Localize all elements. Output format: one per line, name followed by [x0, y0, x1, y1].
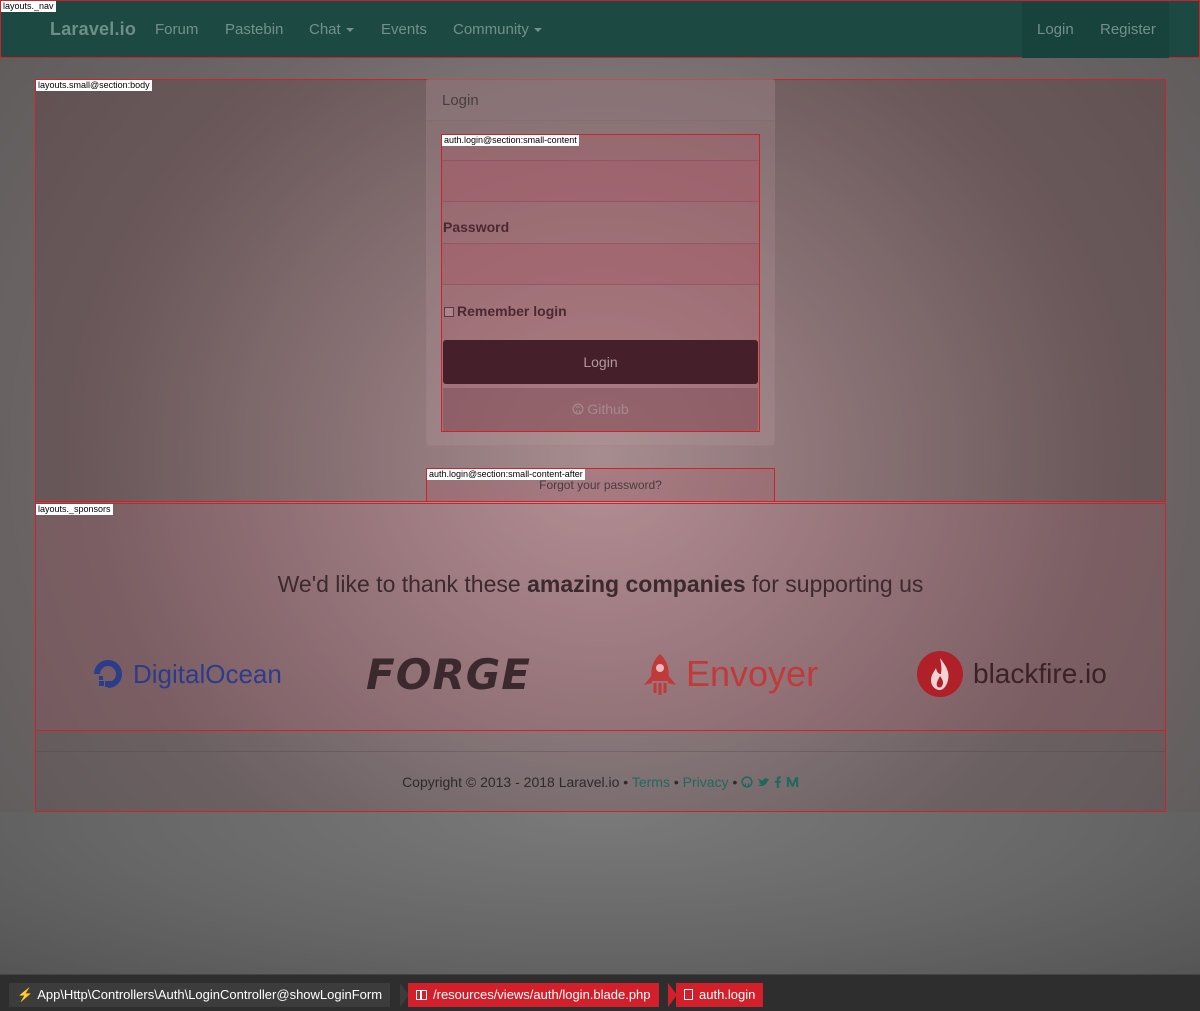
footer-separator: •	[673, 774, 679, 790]
debug-controller-crumb[interactable]: ⚡ App\Http\Controllers\Auth\LoginControll…	[9, 983, 391, 1007]
nav-link-events[interactable]: Events	[381, 21, 427, 38]
github-button-label: Github	[587, 401, 629, 417]
sponsors-heading-post: for supporting us	[745, 571, 924, 597]
password-label: Password	[443, 219, 510, 235]
debug-view-path-text: /resources/views/auth/login.blade.php	[433, 987, 651, 1002]
debug-view-name-text: auth.login	[699, 987, 756, 1002]
footer: Copyright © 2013 - 2018 Laravel.io • Ter…	[35, 731, 1166, 812]
debug-controller-text: App\Http\Controllers\Auth\LoginControlle…	[37, 987, 383, 1002]
sponsor-envoyer[interactable]: Envoyer	[640, 644, 818, 704]
nav-link-chat[interactable]: Chat	[309, 21, 354, 38]
sponsors-heading-bold: amazing companies	[527, 571, 746, 597]
login-form: Password Remember login Login Github aut…	[441, 134, 760, 432]
sponsors-heading-pre: We'd like to thank these	[277, 571, 528, 597]
footer-separator: •	[732, 774, 738, 790]
username-input[interactable]	[442, 160, 759, 202]
debug-label-sponsors: layouts._sponsors	[36, 504, 113, 515]
forgot-password-link[interactable]: Forgot your password?	[427, 478, 774, 492]
chevron-down-icon	[533, 28, 542, 33]
envoyer-wordmark: Envoyer	[686, 653, 819, 694]
nav-register-tab[interactable]: Register	[1086, 2, 1169, 58]
sponsor-blackfire[interactable]: blackfire.io	[916, 644, 1107, 704]
blackfire-flame-icon	[917, 651, 963, 697]
debug-view-name-crumb[interactable]: auth.login	[676, 983, 764, 1007]
nav-login-link[interactable]: Login	[1037, 21, 1074, 38]
github-button[interactable]: Github	[443, 388, 758, 431]
twitter-icon[interactable]	[757, 776, 770, 788]
nav-login-tab[interactable]: Login	[1022, 2, 1086, 58]
sponsor-forge[interactable]: FORGE	[366, 644, 531, 704]
layout-icon	[416, 990, 427, 1000]
footer-text: Copyright © 2013 - 2018 Laravel.io • Ter…	[36, 774, 1165, 790]
terms-link[interactable]: Terms	[632, 774, 670, 790]
chevron-down-icon	[345, 28, 354, 33]
navbar: Laravel.io Forum Pastebin Chat Events Co…	[0, 0, 1200, 58]
brand-logo[interactable]: Laravel.io	[50, 19, 136, 40]
nav-register-link[interactable]: Register	[1100, 21, 1156, 38]
panel-heading: Login	[427, 80, 774, 121]
password-input[interactable]	[442, 243, 759, 285]
blackfire-wordmark: blackfire.io	[973, 658, 1107, 689]
footer-separator: •	[623, 774, 629, 790]
github-icon	[572, 403, 584, 415]
remember-label[interactable]: Remember login	[457, 303, 567, 319]
nav-link-pastebin[interactable]: Pastebin	[225, 21, 283, 38]
digitalocean-icon	[94, 660, 122, 688]
nav-link-chat-label: Chat	[309, 21, 341, 38]
nav-link-community-label: Community	[453, 21, 529, 38]
sponsors-section: We'd like to thank these amazing compani…	[35, 503, 1166, 731]
debug-bar: ⚡ App\Http\Controllers\Auth\LoginControll…	[0, 974, 1200, 1011]
sponsor-digitalocean[interactable]: DigitalOcean	[91, 644, 282, 704]
debug-label-body: layouts.small@section:body	[36, 80, 152, 91]
sponsors-heading: We'd like to thank these amazing compani…	[36, 571, 1165, 598]
copyright-text: Copyright © 2013 - 2018 Laravel.io	[402, 774, 620, 790]
debug-view-path-crumb[interactable]: /resources/views/auth/login.blade.php	[408, 983, 659, 1007]
page-background-lower	[0, 812, 1200, 974]
debug-label-small-content: auth.login@section:small-content	[442, 135, 579, 146]
panel-title: Login	[442, 92, 479, 109]
login-button[interactable]: Login	[443, 340, 758, 384]
digitalocean-wordmark: DigitalOcean	[133, 658, 282, 689]
lightning-icon: ⚡	[17, 987, 34, 1002]
privacy-link[interactable]: Privacy	[683, 774, 729, 790]
remember-checkbox[interactable]	[444, 307, 454, 317]
nav-link-forum[interactable]: Forum	[155, 21, 198, 38]
small-content-after: Forgot your password? auth.login@section…	[426, 468, 775, 502]
debug-label-nav: layouts._nav	[1, 1, 56, 12]
nav-link-community[interactable]: Community	[453, 21, 542, 38]
file-icon	[684, 989, 693, 1000]
medium-icon[interactable]	[786, 776, 799, 788]
envoyer-rocket-icon	[644, 654, 676, 695]
forge-wordmark: FORGE	[366, 649, 531, 699]
github-icon[interactable]	[741, 776, 753, 788]
debug-label-small-content-after: auth.login@section:small-content-after	[427, 469, 585, 480]
facebook-icon[interactable]	[774, 776, 782, 788]
